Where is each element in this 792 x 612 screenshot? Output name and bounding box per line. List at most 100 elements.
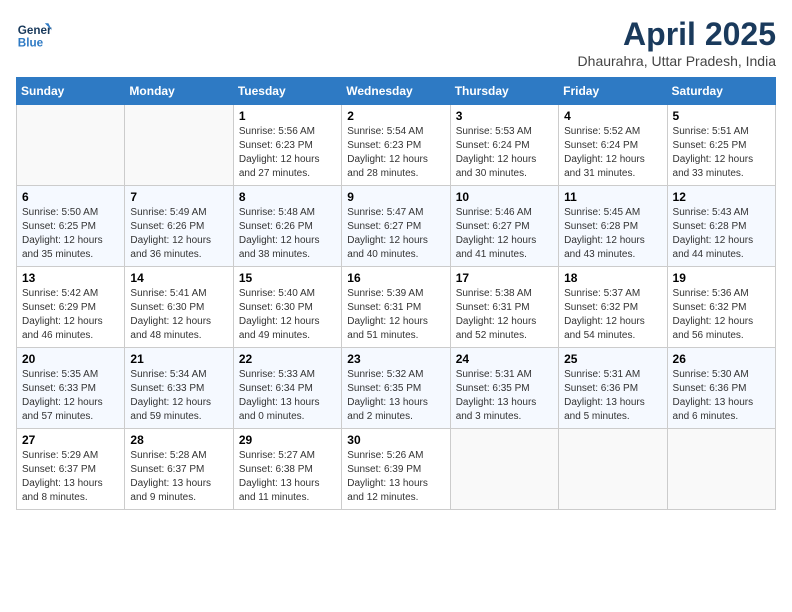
day-number: 3 <box>456 109 553 123</box>
day-number: 4 <box>564 109 661 123</box>
day-number: 11 <box>564 190 661 204</box>
day-number: 27 <box>22 433 119 447</box>
day-number: 21 <box>130 352 227 366</box>
weekday-header-thursday: Thursday <box>450 78 558 105</box>
svg-text:General: General <box>18 24 52 37</box>
day-number: 16 <box>347 271 444 285</box>
calendar-cell <box>125 105 233 186</box>
calendar-cell: 15 Sunrise: 5:40 AM Sunset: 6:30 PM Dayli… <box>233 267 341 348</box>
calendar-week-row: 13Sunrise: 5:42 AM Sunset: 6:29 PM Dayli… <box>17 267 776 348</box>
calendar-cell: 16 Sunrise: 5:39 AM Sunset: 6:31 PM Dayli… <box>342 267 450 348</box>
day-info: Sunrise: 5:47 AM Sunset: 6:27 PM Dayligh… <box>347 206 444 262</box>
day-info: Sunrise: 5:26 AM Sunset: 6:39 PM Dayligh… <box>347 449 444 505</box>
calendar-title: April 2025 <box>578 16 776 53</box>
day-number: 28 <box>130 433 227 447</box>
day-info: Sunrise: 5:29 AM Sunset: 6:37 PM Dayligh… <box>22 449 119 505</box>
calendar-cell: 8 Sunrise: 5:48 AM Sunset: 6:26 PM Daylig… <box>233 186 341 267</box>
calendar-cell: 24 Sunrise: 5:31 AM Sunset: 6:35 PM Dayli… <box>450 348 558 429</box>
day-info: Sunrise: 5:30 AM Sunset: 6:36 PM Dayligh… <box>673 368 770 424</box>
day-info: Sunrise: 5:35 AM Sunset: 6:33 PM Dayligh… <box>22 368 119 424</box>
day-number: 15 <box>239 271 336 285</box>
logo-icon: General Blue <box>16 16 52 52</box>
calendar-cell: 27 Sunrise: 5:29 AM Sunset: 6:37 PM Dayli… <box>17 429 125 510</box>
day-number: 30 <box>347 433 444 447</box>
logo: General Blue <box>16 16 52 52</box>
calendar-cell: 10 Sunrise: 5:46 AM Sunset: 6:27 PM Dayli… <box>450 186 558 267</box>
day-info: Sunrise: 5:43 AM Sunset: 6:28 PM Dayligh… <box>673 206 770 262</box>
day-info: Sunrise: 5:56 AM Sunset: 6:23 PM Dayligh… <box>239 125 336 181</box>
day-info: Sunrise: 5:45 AM Sunset: 6:28 PM Dayligh… <box>564 206 661 262</box>
day-number: 12 <box>673 190 770 204</box>
day-number: 8 <box>239 190 336 204</box>
title-area: April 2025 Dhaurahra, Uttar Pradesh, Ind… <box>578 16 776 69</box>
day-info: Sunrise: 5:39 AM Sunset: 6:31 PM Dayligh… <box>347 287 444 343</box>
day-info: Sunrise: 5:52 AM Sunset: 6:24 PM Dayligh… <box>564 125 661 181</box>
day-number: 24 <box>456 352 553 366</box>
day-info: Sunrise: 5:46 AM Sunset: 6:27 PM Dayligh… <box>456 206 553 262</box>
day-number: 26 <box>673 352 770 366</box>
calendar-cell: 26 Sunrise: 5:30 AM Sunset: 6:36 PM Dayli… <box>667 348 775 429</box>
calendar-cell: 28Sunrise: 5:28 AM Sunset: 6:37 PM Dayli… <box>125 429 233 510</box>
day-info: Sunrise: 5:51 AM Sunset: 6:25 PM Dayligh… <box>673 125 770 181</box>
day-info: Sunrise: 5:50 AM Sunset: 6:25 PM Dayligh… <box>22 206 119 262</box>
day-info: Sunrise: 5:31 AM Sunset: 6:36 PM Dayligh… <box>564 368 661 424</box>
day-info: Sunrise: 5:48 AM Sunset: 6:26 PM Dayligh… <box>239 206 336 262</box>
weekday-header-sunday: Sunday <box>17 78 125 105</box>
day-number: 5 <box>673 109 770 123</box>
calendar-cell: 3 Sunrise: 5:53 AM Sunset: 6:24 PM Daylig… <box>450 105 558 186</box>
calendar-cell <box>559 429 667 510</box>
day-number: 17 <box>456 271 553 285</box>
svg-text:Blue: Blue <box>18 37 44 50</box>
day-number: 20 <box>22 352 119 366</box>
calendar-cell: 12 Sunrise: 5:43 AM Sunset: 6:28 PM Dayli… <box>667 186 775 267</box>
day-number: 10 <box>456 190 553 204</box>
calendar-cell: 19 Sunrise: 5:36 AM Sunset: 6:32 PM Dayli… <box>667 267 775 348</box>
day-info: Sunrise: 5:54 AM Sunset: 6:23 PM Dayligh… <box>347 125 444 181</box>
calendar-cell: 30 Sunrise: 5:26 AM Sunset: 6:39 PM Dayli… <box>342 429 450 510</box>
calendar-cell <box>17 105 125 186</box>
calendar-cell: 13Sunrise: 5:42 AM Sunset: 6:29 PM Dayli… <box>17 267 125 348</box>
day-number: 19 <box>673 271 770 285</box>
day-number: 2 <box>347 109 444 123</box>
calendar-cell: 21Sunrise: 5:34 AM Sunset: 6:33 PM Dayli… <box>125 348 233 429</box>
day-info: Sunrise: 5:37 AM Sunset: 6:32 PM Dayligh… <box>564 287 661 343</box>
page-header: General Blue April 2025 Dhaurahra, Uttar… <box>16 16 776 69</box>
calendar-cell: 23Sunrise: 5:32 AM Sunset: 6:35 PM Dayli… <box>342 348 450 429</box>
day-info: Sunrise: 5:40 AM Sunset: 6:30 PM Dayligh… <box>239 287 336 343</box>
day-number: 13 <box>22 271 119 285</box>
day-number: 6 <box>22 190 119 204</box>
day-info: Sunrise: 5:53 AM Sunset: 6:24 PM Dayligh… <box>456 125 553 181</box>
calendar-cell: 1 Sunrise: 5:56 AM Sunset: 6:23 PM Daylig… <box>233 105 341 186</box>
calendar-cell: 17 Sunrise: 5:38 AM Sunset: 6:31 PM Dayli… <box>450 267 558 348</box>
calendar-cell: 18 Sunrise: 5:37 AM Sunset: 6:32 PM Dayli… <box>559 267 667 348</box>
calendar-cell: 6 Sunrise: 5:50 AM Sunset: 6:25 PM Daylig… <box>17 186 125 267</box>
calendar-cell: 9 Sunrise: 5:47 AM Sunset: 6:27 PM Daylig… <box>342 186 450 267</box>
day-info: Sunrise: 5:33 AM Sunset: 6:34 PM Dayligh… <box>239 368 336 424</box>
day-number: 29 <box>239 433 336 447</box>
day-info: Sunrise: 5:32 AM Sunset: 6:35 PM Dayligh… <box>347 368 444 424</box>
calendar-week-row: 20 Sunrise: 5:35 AM Sunset: 6:33 PM Dayli… <box>17 348 776 429</box>
day-number: 18 <box>564 271 661 285</box>
weekday-header-monday: Monday <box>125 78 233 105</box>
day-info: Sunrise: 5:49 AM Sunset: 6:26 PM Dayligh… <box>130 206 227 262</box>
day-number: 7 <box>130 190 227 204</box>
day-info: Sunrise: 5:38 AM Sunset: 6:31 PM Dayligh… <box>456 287 553 343</box>
calendar-cell <box>667 429 775 510</box>
calendar-table: SundayMondayTuesdayWednesdayThursdayFrid… <box>16 77 776 510</box>
day-number: 14 <box>130 271 227 285</box>
calendar-cell: 11 Sunrise: 5:45 AM Sunset: 6:28 PM Dayli… <box>559 186 667 267</box>
weekday-header-tuesday: Tuesday <box>233 78 341 105</box>
day-info: Sunrise: 5:41 AM Sunset: 6:30 PM Dayligh… <box>130 287 227 343</box>
calendar-cell: 29 Sunrise: 5:27 AM Sunset: 6:38 PM Dayli… <box>233 429 341 510</box>
calendar-subtitle: Dhaurahra, Uttar Pradesh, India <box>578 53 776 69</box>
day-number: 9 <box>347 190 444 204</box>
weekday-header-wednesday: Wednesday <box>342 78 450 105</box>
calendar-week-row: 27 Sunrise: 5:29 AM Sunset: 6:37 PM Dayli… <box>17 429 776 510</box>
day-info: Sunrise: 5:27 AM Sunset: 6:38 PM Dayligh… <box>239 449 336 505</box>
day-info: Sunrise: 5:36 AM Sunset: 6:32 PM Dayligh… <box>673 287 770 343</box>
day-number: 1 <box>239 109 336 123</box>
day-info: Sunrise: 5:31 AM Sunset: 6:35 PM Dayligh… <box>456 368 553 424</box>
calendar-cell: 7 Sunrise: 5:49 AM Sunset: 6:26 PM Daylig… <box>125 186 233 267</box>
calendar-cell: 5 Sunrise: 5:51 AM Sunset: 6:25 PM Daylig… <box>667 105 775 186</box>
calendar-cell: 2 Sunrise: 5:54 AM Sunset: 6:23 PM Daylig… <box>342 105 450 186</box>
